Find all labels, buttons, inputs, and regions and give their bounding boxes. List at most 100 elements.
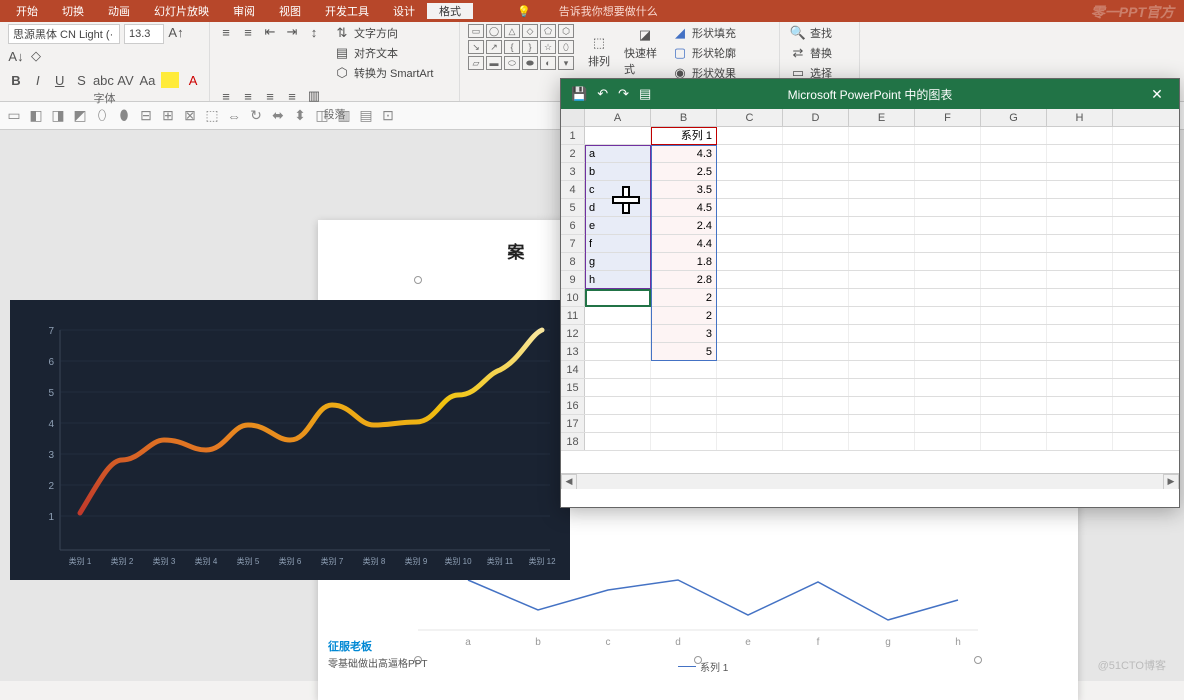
cell[interactable]: [915, 163, 981, 180]
text-direction-button[interactable]: ⇅文字方向: [332, 24, 435, 42]
align-right-icon[interactable]: ≡: [262, 88, 278, 104]
close-button[interactable]: ✕: [1135, 79, 1179, 109]
scroll-right-icon[interactable]: ▶: [1163, 474, 1179, 490]
shape-gallery[interactable]: ▭◯△◇⬠⬡ ↘↗{}☆⬯ ▱▬⬭⬬◐▾: [468, 24, 574, 70]
cell[interactable]: [849, 379, 915, 396]
cell[interactable]: [915, 271, 981, 288]
qat-icon[interactable]: ⊞: [160, 108, 176, 124]
cell[interactable]: g: [585, 253, 651, 270]
chart-data-grid[interactable]: A B C D E F G H 1系列 12a4.33b2.54c3.55d4.…: [561, 109, 1179, 489]
chart-data-window[interactable]: 💾 ↶ ↷ ▤ Microsoft PowerPoint 中的图表 ✕ A B …: [560, 78, 1180, 508]
tab-animation[interactable]: 动画: [96, 3, 142, 19]
table-row[interactable]: 102: [561, 289, 1179, 307]
cell[interactable]: [981, 343, 1047, 360]
cell[interactable]: [915, 433, 981, 450]
row-header[interactable]: 8: [561, 253, 585, 270]
cell[interactable]: [849, 253, 915, 270]
cell[interactable]: [717, 217, 783, 234]
cell[interactable]: [1047, 433, 1113, 450]
shape-fill-button[interactable]: ◢形状填充: [670, 24, 738, 42]
cell[interactable]: [1047, 361, 1113, 378]
cell[interactable]: [915, 199, 981, 216]
cell[interactable]: [981, 415, 1047, 432]
row-header[interactable]: 4: [561, 181, 585, 198]
cell[interactable]: [783, 397, 849, 414]
cell[interactable]: [783, 325, 849, 342]
cell[interactable]: [783, 253, 849, 270]
qat-icon[interactable]: ⬌: [270, 108, 286, 124]
shape-outline-button[interactable]: ▢形状轮廓: [670, 44, 738, 62]
cell[interactable]: [1047, 145, 1113, 162]
quick-style-button[interactable]: ◪快速样式: [624, 24, 666, 80]
cell[interactable]: [717, 415, 783, 432]
cell[interactable]: [981, 379, 1047, 396]
cell[interactable]: [717, 343, 783, 360]
table-row[interactable]: 5d4.5: [561, 199, 1179, 217]
cell[interactable]: [1047, 181, 1113, 198]
qat-icon[interactable]: ⬚: [204, 108, 220, 124]
cell[interactable]: 3: [651, 325, 717, 342]
table-row[interactable]: 17: [561, 415, 1179, 433]
cell[interactable]: [1047, 415, 1113, 432]
cell[interactable]: 2.8: [651, 271, 717, 288]
cell[interactable]: [1047, 343, 1113, 360]
row-header[interactable]: 15: [561, 379, 585, 396]
tab-devtools[interactable]: 开发工具: [313, 3, 381, 19]
cell[interactable]: 系列 1: [651, 127, 717, 144]
cell[interactable]: a: [585, 145, 651, 162]
cell[interactable]: [651, 415, 717, 432]
cell[interactable]: [849, 235, 915, 252]
cell[interactable]: [1047, 379, 1113, 396]
cell[interactable]: [585, 379, 651, 396]
qat-icon[interactable]: ⊡: [380, 108, 396, 124]
justify-icon[interactable]: ≡: [284, 88, 300, 104]
cell[interactable]: [981, 271, 1047, 288]
cell[interactable]: [981, 163, 1047, 180]
row-header[interactable]: 9: [561, 271, 585, 288]
cell[interactable]: [981, 397, 1047, 414]
cell[interactable]: [1047, 253, 1113, 270]
row-header[interactable]: 17: [561, 415, 585, 432]
row-header[interactable]: 11: [561, 307, 585, 324]
table-row[interactable]: 8g1.8: [561, 253, 1179, 271]
qat-icon[interactable]: ◨: [50, 108, 66, 124]
cell[interactable]: [915, 127, 981, 144]
chart-data-titlebar[interactable]: 💾 ↶ ↷ ▤ Microsoft PowerPoint 中的图表 ✕: [561, 79, 1179, 109]
row-header[interactable]: 7: [561, 235, 585, 252]
cell[interactable]: [915, 379, 981, 396]
tab-format[interactable]: 格式: [427, 3, 473, 19]
col-header[interactable]: F: [915, 109, 981, 126]
qat-icon[interactable]: ⊟: [138, 108, 154, 124]
cell[interactable]: [981, 361, 1047, 378]
cell[interactable]: [585, 343, 651, 360]
cell[interactable]: [783, 343, 849, 360]
cell[interactable]: [981, 253, 1047, 270]
table-row[interactable]: 4c3.5: [561, 181, 1179, 199]
cell[interactable]: [717, 325, 783, 342]
cell[interactable]: [651, 361, 717, 378]
cell[interactable]: [849, 415, 915, 432]
horizontal-scrollbar[interactable]: ◀ ▶: [561, 473, 1179, 489]
align-text-button[interactable]: ▤对齐文本: [332, 44, 435, 62]
cell[interactable]: 3.5: [651, 181, 717, 198]
cell[interactable]: [981, 181, 1047, 198]
cell[interactable]: h: [585, 271, 651, 288]
cell[interactable]: 4.4: [651, 235, 717, 252]
cell[interactable]: [717, 235, 783, 252]
align-center-icon[interactable]: ≡: [240, 88, 256, 104]
align-left-icon[interactable]: ≡: [218, 88, 234, 104]
cell[interactable]: 2: [651, 307, 717, 324]
numbering-icon[interactable]: ≡: [240, 24, 256, 40]
col-header[interactable]: G: [981, 109, 1047, 126]
smartart-button[interactable]: ⬡转换为 SmartArt: [332, 64, 435, 82]
qat-icon[interactable]: ⬍: [292, 108, 308, 124]
decrease-font-icon[interactable]: A↓: [8, 48, 24, 64]
tab-design[interactable]: 设计: [381, 3, 427, 19]
row-header[interactable]: 16: [561, 397, 585, 414]
select-all-corner[interactable]: [561, 109, 585, 126]
cell[interactable]: [585, 361, 651, 378]
cell[interactable]: [717, 307, 783, 324]
cell[interactable]: [783, 145, 849, 162]
cell[interactable]: [717, 271, 783, 288]
cell[interactable]: [1047, 397, 1113, 414]
